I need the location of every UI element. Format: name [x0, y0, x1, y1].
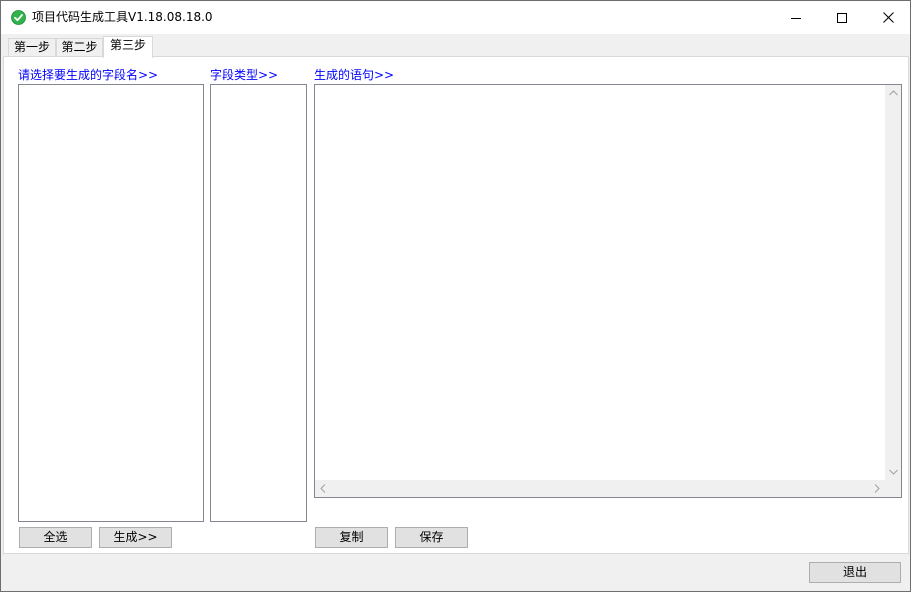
close-icon [882, 12, 894, 23]
generate-button[interactable]: 生成>> [99, 527, 172, 548]
scrollbar-corner [884, 480, 901, 497]
tab-step-2[interactable]: 第二步 [56, 38, 103, 57]
minimize-icon [791, 17, 801, 19]
chevron-up-icon [888, 90, 898, 96]
save-button[interactable]: 保存 [395, 527, 468, 548]
chevron-right-icon [874, 483, 880, 493]
field-types-listbox[interactable] [210, 84, 307, 522]
statement-label: 生成的语句>> [314, 68, 395, 82]
fields-label: 请选择要生成的字段名>> [18, 68, 159, 82]
copy-button[interactable]: 复制 [315, 527, 388, 548]
scroll-right-button[interactable] [869, 480, 885, 496]
scroll-up-button[interactable] [885, 85, 901, 101]
tab-step-3[interactable]: 第三步 [103, 36, 153, 58]
title-bar[interactable]: 项目代码生成工具V1.18.08.18.0 [1, 1, 910, 34]
tab-strip: 第一步 第二步 第三步 [1, 34, 910, 58]
app-window: 项目代码生成工具V1.18.08.18.0 第一步 第二步 第三步 请选择要生成… [0, 0, 911, 592]
window-title: 项目代码生成工具V1.18.08.18.0 [32, 10, 213, 24]
minimize-button[interactable] [773, 1, 819, 34]
maximize-button[interactable] [819, 1, 865, 34]
vertical-scrollbar[interactable] [885, 85, 901, 480]
maximize-icon [837, 12, 847, 23]
tab-step-1[interactable]: 第一步 [8, 38, 56, 57]
statement-textarea[interactable] [314, 84, 902, 498]
tab-page-step-3: 请选择要生成的字段名>> 字段类型>> 生成的语句>> 全选 生成>> 复制 保… [3, 56, 909, 554]
horizontal-scrollbar[interactable] [315, 480, 885, 497]
chevron-left-icon [320, 483, 326, 493]
fields-listbox[interactable] [18, 84, 204, 522]
scroll-down-button[interactable] [885, 464, 901, 480]
exit-button[interactable]: 退出 [809, 562, 901, 583]
chevron-down-icon [888, 469, 898, 475]
scroll-left-button[interactable] [315, 480, 331, 496]
check-circle-icon [11, 10, 26, 25]
select-all-button[interactable]: 全选 [19, 527, 92, 548]
field-types-label: 字段类型>> [210, 68, 279, 82]
close-button[interactable] [865, 1, 911, 34]
